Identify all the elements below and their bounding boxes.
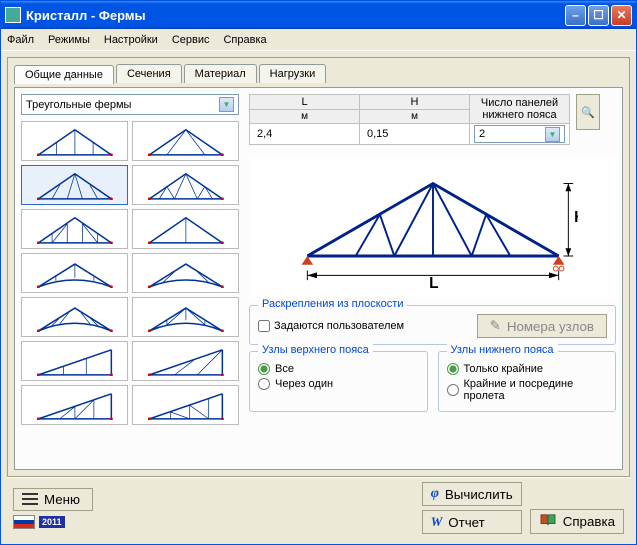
close-button[interactable]: ✕ — [611, 5, 632, 26]
truss-option-4[interactable] — [132, 165, 239, 205]
calculate-button[interactable]: φ Вычислить — [422, 482, 522, 506]
bracing-group: Раскрепления из плоскости Задаются польз… — [249, 305, 616, 345]
svg-text:H: H — [574, 209, 578, 226]
upper-every-other-radio[interactable] — [258, 378, 270, 390]
menu-file[interactable]: Файл — [7, 34, 34, 46]
panels-value: 2 — [479, 128, 485, 140]
upper-legend: Узлы верхнего пояса — [258, 344, 373, 356]
parameters-table: L H Число панелей нижнего пояса м м — [249, 94, 570, 145]
truss-option-11[interactable] — [21, 341, 128, 381]
user-defined-checkbox[interactable] — [258, 320, 270, 332]
menu-settings[interactable]: Настройки — [104, 34, 158, 46]
menubar: Файл Режимы Настройки Сервис Справка — [1, 29, 636, 51]
truss-option-10[interactable] — [132, 297, 239, 337]
magnifier-icon: 🔍 — [581, 106, 595, 119]
truss-option-3[interactable] — [21, 165, 128, 205]
lower-edge-mid-radio[interactable] — [447, 384, 459, 396]
lower-edge-mid-label[interactable]: Крайние и посредине пролета — [447, 378, 608, 402]
menu-modes[interactable]: Режимы — [48, 34, 90, 46]
truss-type-grid — [21, 121, 239, 425]
year-badge: 2011 — [39, 516, 65, 528]
titlebar: Кристалл - Фермы – ☐ ✕ — [1, 1, 636, 29]
lower-edge-only-radio[interactable] — [447, 363, 459, 375]
truss-option-1[interactable] — [21, 121, 128, 161]
lower-chord-group: Узлы нижнего пояса Только крайние Крайни… — [438, 351, 617, 412]
tabs: Общие данные Сечения Материал Нагрузки — [14, 64, 623, 83]
col-L-header: L — [250, 95, 360, 110]
upper-all-label[interactable]: Все — [258, 363, 419, 375]
footer: Меню 2011 φ Вычислить W Отчет — [7, 477, 630, 538]
bracing-legend: Раскрепления из плоскости — [258, 298, 407, 310]
maximize-button[interactable]: ☐ — [588, 5, 609, 26]
hamburger-icon — [22, 493, 38, 505]
svg-text:L: L — [429, 275, 438, 292]
phi-icon: φ — [431, 486, 439, 502]
chevron-down-icon: ▼ — [545, 127, 560, 142]
truss-option-12[interactable] — [132, 341, 239, 381]
truss-option-8[interactable] — [132, 253, 239, 293]
lower-legend: Узлы нижнего пояса — [447, 344, 558, 356]
word-icon: W — [431, 514, 443, 530]
report-button[interactable]: W Отчет — [422, 510, 522, 534]
truss-option-7[interactable] — [21, 253, 128, 293]
russia-flag-icon — [13, 515, 35, 529]
truss-type-combo[interactable]: Треугольные фермы ▼ — [21, 94, 239, 115]
truss-type-value: Треугольные фермы — [26, 99, 131, 111]
node-numbers-button: ✎ Номера узлов — [477, 314, 607, 338]
col-panels-header-2: нижнего пояса — [474, 109, 565, 121]
input-L[interactable] — [254, 127, 355, 141]
upper-every-other-label[interactable]: Через один — [258, 378, 419, 390]
menu-button[interactable]: Меню — [13, 488, 93, 511]
tab-material[interactable]: Материал — [184, 64, 257, 83]
nodes-icon: ✎ — [490, 318, 501, 334]
truss-option-6[interactable] — [132, 209, 239, 249]
truss-option-5[interactable] — [21, 209, 128, 249]
truss-diagram: H L — [249, 157, 616, 297]
tab-sections[interactable]: Сечения — [116, 64, 182, 83]
menu-service[interactable]: Сервис — [172, 34, 210, 46]
book-icon — [539, 513, 557, 530]
chevron-down-icon: ▼ — [219, 97, 234, 112]
preview-button[interactable]: 🔍 — [576, 94, 600, 130]
window-title: Кристалл - Фермы — [26, 8, 146, 23]
truss-option-9[interactable] — [21, 297, 128, 337]
truss-option-14[interactable] — [132, 385, 239, 425]
col-panels-header-1: Число панелей — [474, 97, 565, 109]
panels-combo[interactable]: 2 ▼ — [474, 125, 565, 143]
user-defined-checkbox-label[interactable]: Задаются пользователем — [258, 320, 404, 332]
truss-option-13[interactable] — [21, 385, 128, 425]
lower-edge-only-label[interactable]: Только крайние — [447, 363, 608, 375]
truss-option-2[interactable] — [132, 121, 239, 161]
minimize-button[interactable]: – — [565, 5, 586, 26]
col-H-unit: м — [360, 110, 470, 124]
tab-loads[interactable]: Нагрузки — [259, 64, 327, 83]
tab-general[interactable]: Общие данные — [14, 65, 114, 84]
upper-all-radio[interactable] — [258, 363, 270, 375]
col-L-unit: м — [250, 110, 360, 124]
help-button[interactable]: Справка — [530, 509, 624, 534]
col-H-header: H — [360, 95, 470, 110]
input-H[interactable] — [364, 127, 465, 141]
upper-chord-group: Узлы верхнего пояса Все Через один — [249, 351, 428, 412]
app-icon — [5, 7, 21, 23]
menu-help[interactable]: Справка — [223, 34, 266, 46]
